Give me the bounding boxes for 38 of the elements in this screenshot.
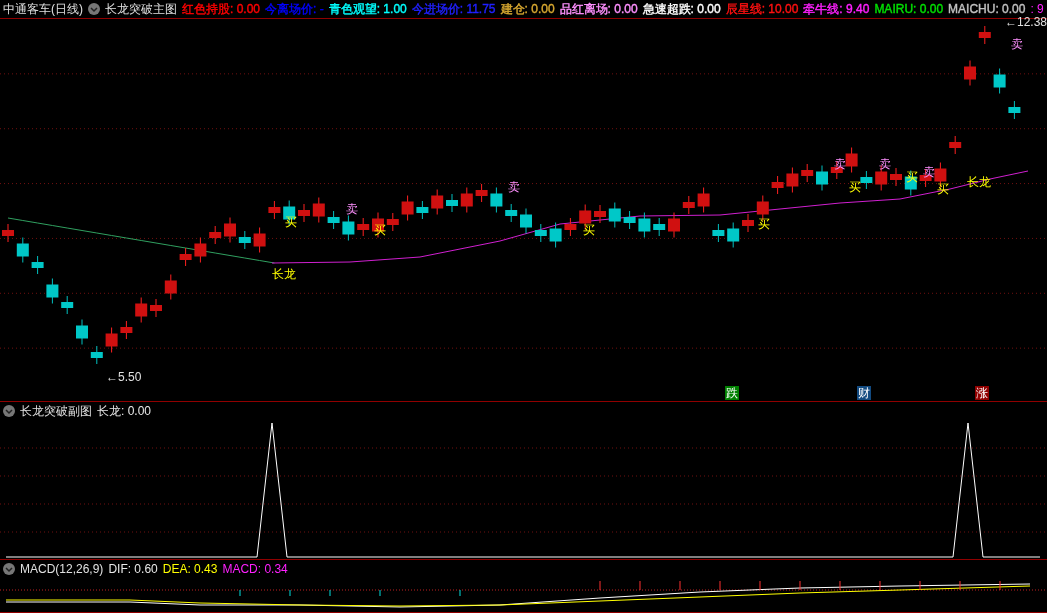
indicator-reading: 急速超跌: 0.00 (642, 1, 721, 18)
buy-signal-label: 买 (849, 180, 861, 194)
dragon-signal-label: 长龙 (967, 175, 991, 189)
indicator-title: MACD(12,26,9) (20, 561, 104, 578)
collapse-icon[interactable] (3, 405, 15, 417)
high-price-label: ←12.38 (1005, 15, 1047, 29)
buy-signal-label: 买 (583, 223, 595, 237)
indicator-reading: 品红离场: 0.00 (559, 1, 638, 18)
indicator-title: 长龙突破副图 (20, 403, 92, 420)
event-badge[interactable]: 跌 (725, 386, 739, 400)
indicator-reading: MACD: 0.34 (222, 561, 288, 578)
indicator-reading: 辰星线: 10.00 (725, 1, 799, 18)
sell-signal-label: 卖 (508, 180, 520, 194)
indicator-reading: 青色观望: 1.00 (328, 1, 407, 18)
indicator-reading: 长龙: 0.00 (97, 403, 152, 420)
sell-signal-label: 卖 (346, 202, 358, 216)
indicator-reading: DIF: 0.60 (108, 561, 158, 578)
indicator-title: 长龙突破主图 (105, 1, 177, 18)
indicator-reading: 红色持股: 0.00 (182, 1, 261, 18)
event-badge[interactable]: 涨 (975, 386, 989, 400)
stock-title: 中通客车(日线) (3, 1, 83, 18)
collapse-icon[interactable] (3, 563, 15, 575)
indicator-reading: : 9 (1030, 1, 1044, 17)
dragon-signal-label: 长龙 (272, 267, 296, 281)
sell-signal-label: 卖 (1011, 37, 1023, 51)
indicator-reading: 建仓: 0.00 (500, 1, 555, 18)
buy-signal-label: 买 (758, 217, 770, 231)
low-price-label: ←5.50 (106, 370, 142, 384)
indicator-reading: MAIRU: 0.00 (874, 1, 944, 18)
indicator-reading: 今离场价: - (265, 1, 324, 18)
sell-signal-label: 卖 (879, 157, 891, 171)
collapse-icon[interactable] (88, 3, 100, 15)
indicator-reading: MAICHU: 0.00 (948, 1, 1026, 17)
event-badge[interactable]: 财 (857, 386, 871, 400)
indicator-reading: DEA: 0.43 (162, 561, 218, 578)
indicator-reading: 牵牛线: 9.40 (803, 1, 870, 18)
indicator-reading: 今进场价: 11.75 (411, 1, 496, 18)
buy-signal-label: 买 (285, 215, 297, 229)
